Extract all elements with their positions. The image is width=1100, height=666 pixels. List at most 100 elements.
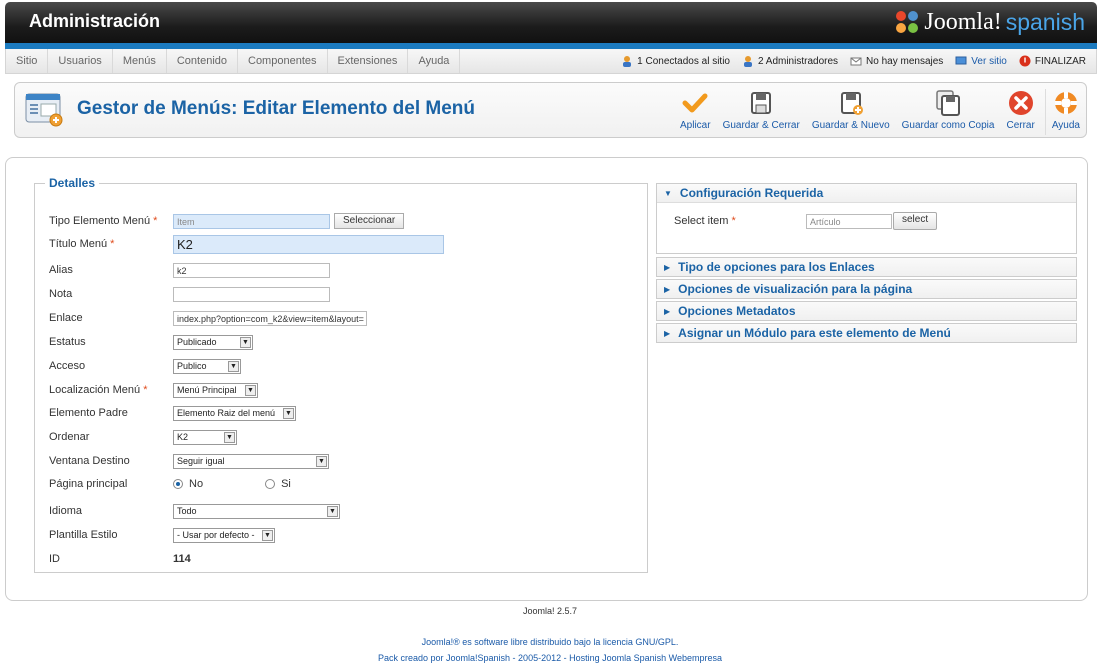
location-value: Menú Principal	[177, 385, 237, 395]
help-button[interactable]: Ayuda	[1044, 89, 1086, 135]
row-alias: Alias k2	[49, 260, 330, 280]
select-item-input[interactable]: Artículo	[806, 213, 892, 229]
menu-item-contenido[interactable]: Contenido	[167, 49, 238, 73]
template-select[interactable]: - Usar por defecto - ▼	[173, 527, 275, 543]
link-input[interactable]: index.php?option=com_k2&view=item&layout…	[173, 310, 367, 326]
panel-link-options-title: Tipo de opciones para los Enlaces	[678, 260, 875, 274]
access-select[interactable]: Publico ▼	[173, 358, 241, 374]
panel-required-header[interactable]: ▼ Configuración Requerida	[657, 184, 1076, 202]
logout-link[interactable]: FINALIZAR	[1019, 55, 1086, 67]
panel-module-assign-header[interactable]: ▶ Asignar un Módulo para este elemento de…	[657, 324, 1076, 342]
connected-users-label: 1 Conectados al sitio	[637, 55, 730, 67]
page-title: Gestor de Menús: Editar Elemento del Men…	[77, 98, 476, 119]
chevron-down-icon: ▼	[316, 455, 327, 467]
users-icon	[623, 56, 632, 67]
panel-required-title: Configuración Requerida	[679, 186, 824, 200]
menu-item-ayuda[interactable]: Ayuda	[408, 49, 461, 73]
triangle-down-icon: ▼	[664, 188, 672, 198]
menu-item-componentes[interactable]: Componentes	[238, 49, 328, 73]
order-select[interactable]: K2 ▼	[173, 429, 237, 445]
chevron-down-icon: ▼	[224, 431, 235, 443]
joomla-logo: Joomla! spanish	[894, 7, 1085, 37]
admin-count[interactable]: 2 Administradores	[742, 55, 838, 67]
menu-item-sitio[interactable]: Sitio	[6, 49, 49, 73]
language-select[interactable]: Todo ▼	[173, 503, 340, 519]
alias-input[interactable]: k2	[173, 262, 330, 278]
footer-pack-link[interactable]: Pack creado por Joomla!Spanish - 2005-20…	[0, 650, 1100, 666]
select-item-button[interactable]: select	[893, 212, 938, 230]
footer-license-link[interactable]: Joomla!® es software libre distribuido b…	[0, 634, 1100, 650]
link-label: Enlace	[49, 312, 83, 324]
panel-display-options[interactable]: ▶ Opciones de visualización para la págin…	[656, 279, 1077, 299]
row-template: Plantilla Estilo - Usar por defecto - ▼	[49, 525, 275, 545]
home-no-radio[interactable]: No	[173, 478, 203, 490]
row-title: Título Menú * K2	[49, 234, 444, 254]
select-type-button[interactable]: Seleccionar	[334, 213, 405, 229]
location-label: Localización Menú *	[49, 384, 148, 396]
title-input[interactable]: K2	[173, 234, 444, 254]
menu-item-usuarios[interactable]: Usuarios	[48, 49, 113, 73]
toolbar-box: Gestor de Menús: Editar Elemento del Men…	[14, 82, 1087, 138]
details-fieldset: Detalles Tipo Elemento Menú * Item Selec…	[34, 176, 648, 573]
panel-module-assign[interactable]: ▶ Asignar un Módulo para este elemento de…	[656, 323, 1077, 343]
row-status: Estatus Publicado ▼	[49, 332, 253, 352]
admin-title: Administración	[29, 11, 161, 31]
monitor-icon	[955, 56, 967, 65]
chevron-down-icon: ▼	[245, 384, 256, 396]
save-close-button[interactable]: Guardar & Cerrar	[717, 89, 806, 135]
chevron-down-icon: ▼	[283, 407, 294, 419]
menu-item-extensiones[interactable]: Extensiones	[328, 49, 409, 73]
menu-item-menus[interactable]: Menús	[113, 49, 167, 73]
admins-icon	[743, 56, 752, 67]
close-icon	[1008, 91, 1033, 115]
save-icon	[751, 92, 772, 114]
panel-link-options-header[interactable]: ▶ Tipo de opciones para los Enlaces	[657, 258, 1076, 276]
logout-label: FINALIZAR	[1034, 55, 1086, 67]
target-select[interactable]: Seguir igual ▼	[173, 453, 329, 469]
row-language: Idioma Todo ▼	[49, 501, 340, 521]
save-new-button[interactable]: Guardar & Nuevo	[806, 89, 896, 135]
access-label: Acceso	[49, 360, 86, 372]
row-parent: Elemento Padre Elemento Raiz del menú ▼	[49, 403, 296, 423]
panel-link-options[interactable]: ▶ Tipo de opciones para los Enlaces	[656, 257, 1077, 277]
main-menu: Sitio Usuarios Menús Contenido Component…	[6, 49, 461, 73]
triangle-right-icon: ▶	[664, 262, 671, 272]
messages[interactable]: No hay mensajes	[850, 55, 943, 67]
panel-required: ▼ Configuración Requerida Select item * A…	[656, 183, 1077, 254]
order-label: Ordenar	[49, 431, 90, 443]
view-site-link[interactable]: Ver sitio	[955, 55, 1007, 67]
save-copy-label: Guardar como Copia	[901, 120, 995, 131]
logo-spanish-text: spanish	[1005, 8, 1085, 35]
panel-display-options-title: Opciones de visualización para la página	[678, 282, 913, 296]
chevron-down-icon: ▼	[228, 360, 239, 372]
type-input[interactable]: Item	[173, 213, 330, 229]
home-yes-label: Si	[281, 478, 291, 490]
row-order: Ordenar K2 ▼	[49, 427, 237, 447]
save-copy-button[interactable]: Guardar como Copia	[896, 89, 1001, 135]
alias-label: Alias	[49, 264, 73, 276]
status-select[interactable]: Publicado ▼	[173, 334, 253, 350]
row-target: Ventana Destino Seguir igual ▼	[49, 451, 329, 471]
note-label: Nota	[49, 288, 73, 300]
parent-select[interactable]: Elemento Raiz del menú ▼	[173, 405, 296, 421]
menu-manager-icon	[25, 93, 63, 127]
mail-icon	[850, 57, 862, 66]
admin-count-label: 2 Administradores	[757, 55, 839, 67]
radio-selected-icon	[173, 479, 183, 489]
panel-metadata[interactable]: ▶ Opciones Metadatos	[656, 301, 1077, 321]
home-yes-radio[interactable]: Si	[265, 478, 291, 490]
location-select[interactable]: Menú Principal ▼	[173, 382, 258, 398]
panel-metadata-header[interactable]: ▶ Opciones Metadatos	[657, 302, 1076, 320]
apply-button[interactable]: Aplicar	[674, 89, 717, 135]
connected-users[interactable]: 1 Conectados al sitio	[621, 55, 730, 67]
row-home: Página principal No Si	[49, 474, 353, 494]
note-input[interactable]	[173, 286, 330, 302]
status-label: Estatus	[49, 336, 86, 348]
row-note: Nota	[49, 284, 330, 304]
panel-display-options-header[interactable]: ▶ Opciones de visualización para la págin…	[657, 280, 1076, 298]
save-new-label: Guardar & Nuevo	[811, 120, 890, 131]
order-value: K2	[177, 432, 189, 442]
row-access: Acceso Publico ▼	[49, 356, 241, 376]
row-id: ID 114	[49, 549, 191, 569]
close-button[interactable]: Cerrar	[1000, 89, 1040, 135]
